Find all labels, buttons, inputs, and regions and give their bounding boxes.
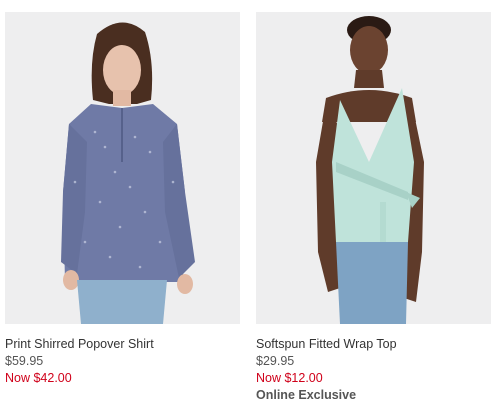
original-price: $59.95 — [5, 354, 44, 368]
product-card[interactable]: Softspun Fitted Wrap Top $29.95 Now $12.… — [256, 12, 491, 404]
product-name[interactable]: Softspun Fitted Wrap Top — [256, 336, 491, 353]
online-exclusive-badge: Online Exclusive — [256, 388, 357, 402]
product-image[interactable] — [256, 12, 491, 324]
product-image[interactable] — [5, 12, 240, 324]
original-price: $29.95 — [256, 354, 295, 368]
model-photo-wrap-top — [256, 12, 491, 324]
product-name[interactable]: Print Shirred Popover Shirt — [5, 336, 240, 353]
sale-price: Now $42.00 — [5, 371, 72, 385]
sale-price: Now $12.00 — [256, 371, 323, 385]
model-photo-blouse — [5, 12, 240, 324]
product-card[interactable]: Print Shirred Popover Shirt $59.95 Now $… — [5, 12, 240, 387]
